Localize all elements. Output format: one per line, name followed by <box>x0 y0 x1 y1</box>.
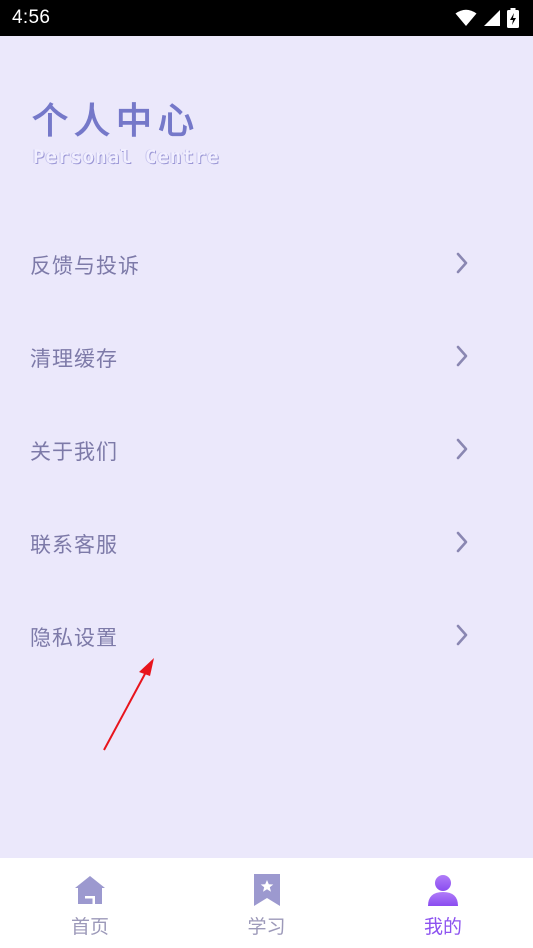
home-icon <box>73 872 107 908</box>
user-icon <box>426 872 460 908</box>
bottom-nav: 首页 学习 我的 <box>0 858 533 948</box>
signal-icon <box>483 9 501 27</box>
page-subtitle: Personal Centre <box>33 146 220 168</box>
menu-item-contact-support[interactable]: 联系客服 <box>0 497 533 590</box>
nav-item-mine[interactable]: 我的 <box>383 858 503 948</box>
menu-item-label: 清理缓存 <box>30 346 118 371</box>
menu-item-feedback[interactable]: 反馈与投诉 <box>0 218 533 311</box>
menu-item-label: 关于我们 <box>30 439 118 464</box>
nav-item-study[interactable]: 学习 <box>207 858 327 948</box>
chevron-right-icon <box>455 251 469 279</box>
battery-charging-icon <box>507 8 519 28</box>
settings-menu: 反馈与投诉 清理缓存 关于我们 联系客服 隐私设置 <box>0 218 533 683</box>
chevron-right-icon <box>455 623 469 651</box>
chevron-right-icon <box>455 530 469 558</box>
menu-item-about-us[interactable]: 关于我们 <box>0 404 533 497</box>
menu-item-privacy-settings[interactable]: 隐私设置 <box>0 590 533 683</box>
chevron-right-icon <box>455 344 469 372</box>
nav-label: 学习 <box>247 916 286 938</box>
menu-item-label: 联系客服 <box>30 532 118 557</box>
menu-item-label: 隐私设置 <box>30 625 118 650</box>
status-bar: 4:56 <box>0 0 533 36</box>
screen: 4:56 个人中心 Personal Centre 反馈与投诉 清理缓存 关于我… <box>0 0 533 948</box>
nav-label: 首页 <box>70 916 109 938</box>
chevron-right-icon <box>455 437 469 465</box>
menu-item-label: 反馈与投诉 <box>30 253 140 278</box>
status-time: 4:56 <box>12 7 51 28</box>
status-icons <box>455 8 519 28</box>
nav-label: 我的 <box>423 916 462 938</box>
bookmark-star-icon <box>252 872 282 908</box>
menu-item-clear-cache[interactable]: 清理缓存 <box>0 311 533 404</box>
nav-item-home[interactable]: 首页 <box>30 858 150 948</box>
page-title: 个人中心 <box>32 101 201 142</box>
wifi-icon <box>455 9 477 27</box>
